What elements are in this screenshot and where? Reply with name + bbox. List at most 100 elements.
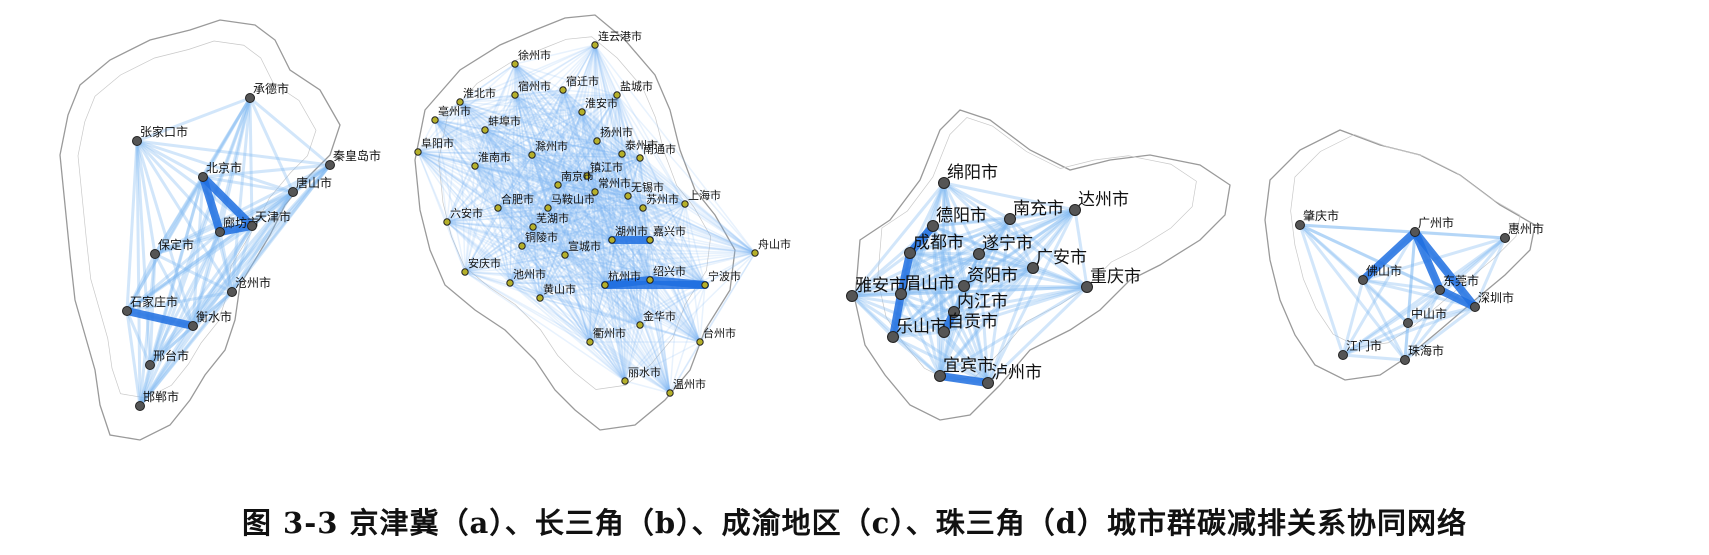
city-label: 南京市 (561, 169, 594, 183)
city-label: 自贡市 (947, 312, 998, 332)
city-label: 徐州市 (518, 48, 551, 62)
city-label: 衢州市 (593, 326, 626, 340)
map-svg-c: 绵阳市德阳市 南充市 达州市成都市 遂宁市资阳市广安市重庆市雅安市眉山市内江市乐山市自… (846, 109, 1231, 421)
city-node: 台州市 (696, 326, 736, 346)
city-label: 淮安市 (585, 96, 618, 110)
city-label: 杭州市 (608, 269, 641, 283)
city-label: 淮北市 (463, 86, 496, 100)
city-node: 连云港市 (591, 29, 642, 49)
city-label: 东莞市 (1443, 273, 1479, 288)
city-label: 资阳市 (967, 266, 1018, 286)
city-label: 天津市 (255, 209, 291, 224)
city-node: 深圳市 (1470, 290, 1514, 312)
city-label: 中山市 (1411, 306, 1447, 321)
city-label: 石家庄市 (130, 294, 178, 309)
city-node: 唐山市 (288, 175, 332, 197)
city-label: 阜阳市 (421, 136, 454, 150)
network-edge (1414, 230, 1506, 240)
map-panel-chengyu: 绵阳市 德阳市 南充市 达州市 成都市 遂宁市 资阳市 广安市 重庆市 雅安市 眉山市 内江市 乐山市自… (830, 0, 1270, 480)
city-label: 北京市 (206, 160, 242, 175)
city-label: 湖州市 (615, 224, 648, 238)
map-svg-b: 连云港市徐州市宿州市 宿迁市 盐城市淮北市亳州市淮安市蚌埠市扬州市阜阳市 泰州市滁州市… (414, 14, 791, 431)
map-panel-yangtze-delta: 连云港市 徐州市 宿州市 宿迁市 盐城市 淮北市 亳州市 淮安市 蚌埠市 扬州市 阜阳市 泰州市 滁州市… (405, 0, 825, 480)
city-label: 珠海市 (1408, 343, 1444, 358)
city-label: 蚌埠市 (488, 114, 521, 128)
city-label: 邯郸市 (143, 389, 179, 404)
city-label: 盐城市 (620, 79, 653, 93)
map-panel-pearl-delta: 肇庆市 广州市 惠州市 东莞市 佛山市 深圳市 中山市 江门市 珠海市 (1260, 0, 1700, 480)
city-node: 自贡市 (938, 312, 998, 338)
city-label: 池州市 (513, 267, 546, 281)
city-label: 张家口市 (140, 124, 188, 139)
city-label: 安庆市 (468, 256, 501, 270)
city-node: 上海市 (681, 188, 721, 208)
city-label: 丽水市 (628, 365, 661, 379)
city-label: 唐山市 (296, 175, 332, 190)
city-label: 南充市 (1013, 199, 1064, 219)
city-label: 无锡市 (631, 180, 664, 194)
city-node: 重庆市 (1081, 267, 1141, 293)
city-label: 宁波市 (708, 269, 741, 283)
map-svg-a: 承德市张家口市北京市秦皇岛市唐山市廊坊市天津市保定市沧州市石家庄市衡水市邢台市邯… (59, 19, 381, 441)
map-svg-d: 肇庆市 广州市 惠州市东莞市 佛山市深圳市中山市江门市 珠海市 (1264, 129, 1544, 381)
city-label: 铜陵市 (525, 230, 558, 244)
city-label: 六安市 (450, 206, 483, 220)
city-label: 镇江市 (590, 160, 623, 174)
city-label: 芜湖市 (536, 211, 569, 225)
city-node: 惠州市 (1500, 221, 1544, 243)
city-node: 绵阳市 (938, 163, 998, 189)
city-label: 扬州市 (600, 125, 633, 139)
city-label: 绵阳市 (947, 163, 998, 183)
city-label: 佛山市 (1366, 263, 1402, 278)
network-edge (248, 97, 295, 193)
city-label: 眉山市 (904, 274, 955, 294)
city-label: 内江市 (957, 292, 1008, 312)
city-label: 承德市 (253, 81, 289, 96)
city-label: 金华市 (643, 309, 676, 323)
city-node: 泸州市 (982, 363, 1042, 389)
city-node: 温州市 (666, 377, 706, 397)
city-label: 泸州市 (991, 363, 1042, 383)
city-label: 保定市 (158, 237, 194, 252)
city-label: 达州市 (1078, 190, 1129, 210)
city-label: 惠州市 (1508, 221, 1544, 236)
city-node: 舟山市 (751, 237, 791, 257)
city-label: 连云港市 (598, 29, 642, 43)
network-edge (125, 140, 139, 312)
city-label: 常州市 (598, 176, 631, 190)
city-label: 德阳市 (936, 206, 987, 226)
city-node: 德阳市 (927, 206, 987, 232)
city-label: 成都市 (913, 233, 964, 253)
city-node: 张家口市 (132, 124, 188, 146)
city-label: 滁州市 (535, 139, 568, 153)
city-label: 马鞍山市 (551, 192, 595, 206)
city-node: 徐州市 (511, 48, 551, 68)
city-label: 绍兴市 (653, 264, 686, 278)
network-edge-strong (646, 276, 709, 289)
network-edge (249, 96, 331, 167)
city-label: 邢台市 (153, 348, 189, 363)
city-node: 广安市 (1027, 248, 1087, 274)
city-label: 宜宾市 (943, 356, 994, 376)
network-edge (1342, 353, 1406, 362)
city-label: 上海市 (688, 188, 721, 202)
figure-caption: 图 3-3 京津冀（a）、长三角（b）、成渝地区（c）、珠三角（d）城市群碳减排… (241, 506, 1468, 540)
city-node: 邯郸市 (135, 389, 179, 411)
city-label: 衡水市 (196, 309, 232, 324)
network-edges (1298, 223, 1507, 362)
city-label: 亳州市 (438, 104, 471, 118)
city-node: 承德市 (245, 81, 289, 103)
city-node: 秦皇岛市 (325, 148, 381, 170)
map-panel-jingjinji: 承德市 张家口市 北京市 秦皇岛市 唐山市 廊坊市 天津市 保定市 沧州市 石家庄市 衡水市 邢台市邯… (40, 0, 390, 480)
city-label: 深圳市 (1478, 290, 1514, 305)
city-node: 衡水市 (188, 309, 232, 331)
city-label: 遂宁市 (982, 234, 1033, 254)
city-label: 宣城市 (568, 239, 601, 253)
city-node: 眉山市 (895, 274, 955, 300)
city-label: 舟山市 (758, 237, 791, 251)
city-label: 淮南市 (478, 150, 511, 164)
city-label: 嘉兴市 (653, 224, 686, 238)
city-label: 苏州市 (646, 192, 679, 206)
city-label: 广州市 (1418, 215, 1454, 230)
city-node: 东莞市 (1435, 273, 1479, 295)
